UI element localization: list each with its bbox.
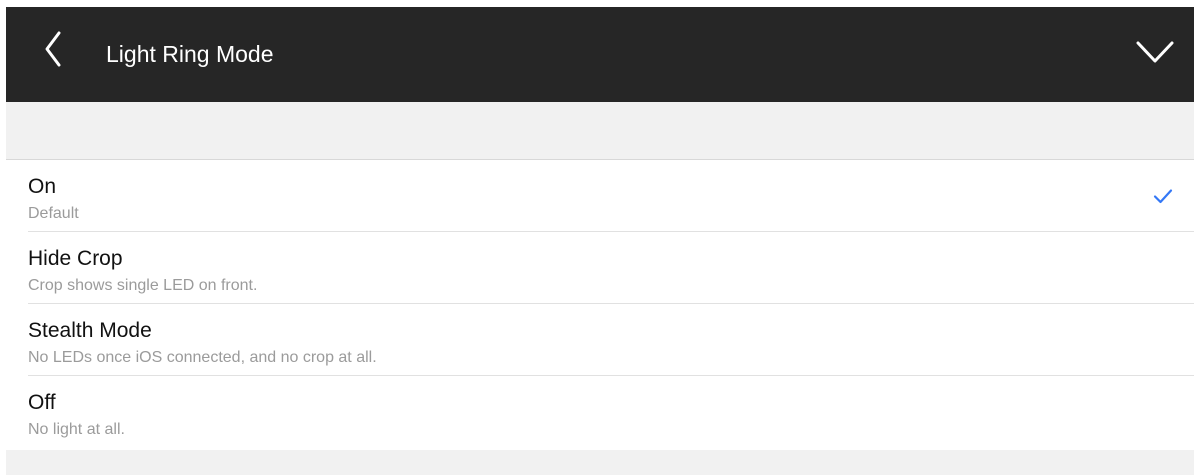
section-spacer [6,102,1194,160]
option-title: On [28,175,57,198]
chevron-left-icon [45,31,61,67]
option-subtitle: Default [28,205,79,222]
app-window: Light Ring Mode On Default Hide Crop Cro… [6,7,1194,475]
option-title: Hide Crop [28,247,123,270]
checkmark-icon [1153,188,1173,204]
option-title: Stealth Mode [28,319,152,342]
options-list: On Default Hide Crop Crop shows single L… [6,160,1194,448]
option-off[interactable]: Off No light at all. [6,376,1194,448]
section-footer [6,450,1194,475]
option-title: Off [28,391,56,414]
navigation-bar: Light Ring Mode [6,7,1194,102]
option-subtitle: Crop shows single LED on front. [28,277,258,294]
option-on[interactable]: On Default [6,160,1194,232]
option-subtitle: No LEDs once iOS connected, and no crop … [28,349,377,366]
back-button[interactable] [34,29,74,69]
option-subtitle: No light at all. [28,421,125,438]
option-hide-crop[interactable]: Hide Crop Crop shows single LED on front… [6,232,1194,304]
dismiss-button[interactable] [1134,33,1176,71]
chevron-down-icon [1136,41,1174,63]
option-stealth-mode[interactable]: Stealth Mode No LEDs once iOS connected,… [6,304,1194,376]
page-title: Light Ring Mode [106,41,274,67]
